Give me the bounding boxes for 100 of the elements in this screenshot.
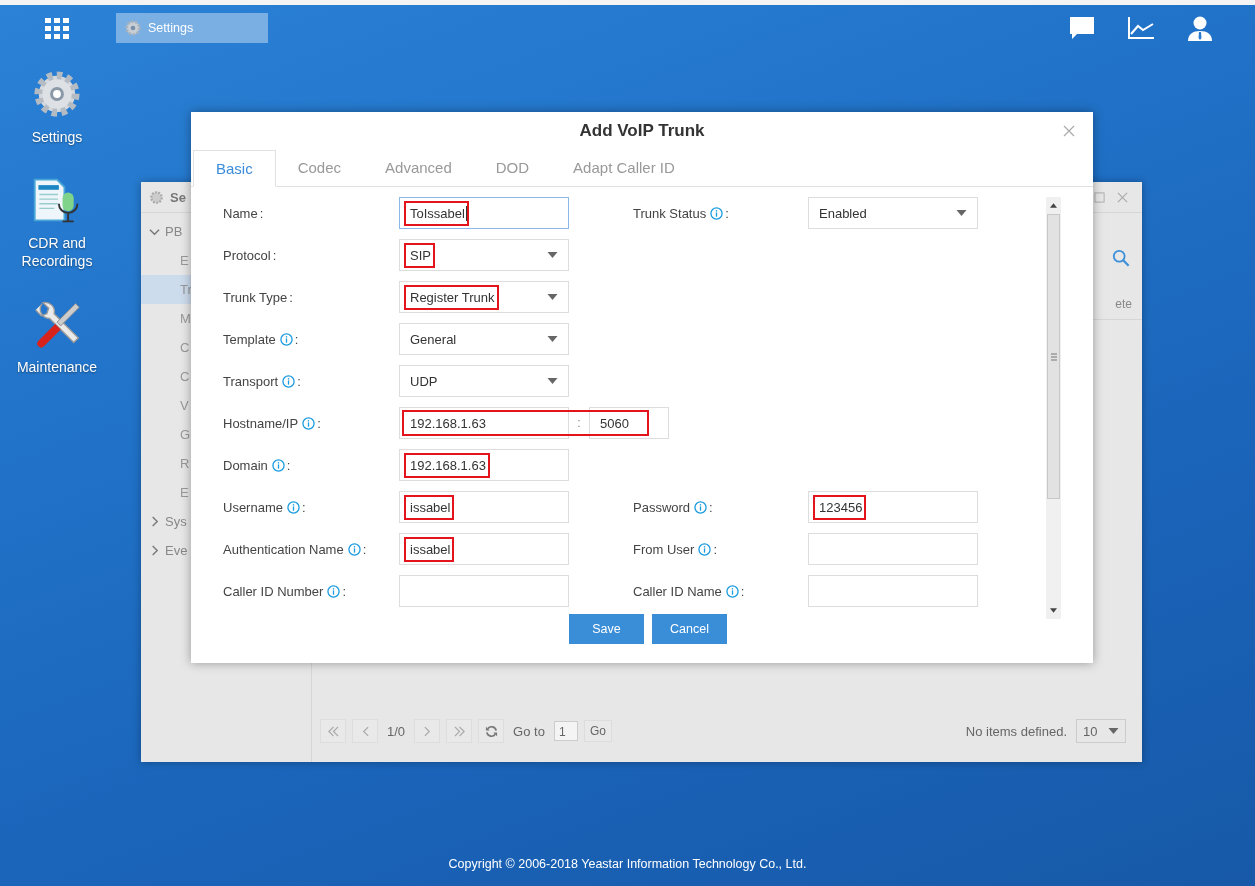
separator: : bbox=[576, 416, 582, 430]
chevron-icon[interactable] bbox=[149, 545, 160, 556]
scrollbar[interactable] bbox=[1046, 197, 1061, 619]
text-field[interactable]: ToIssabel bbox=[399, 197, 569, 229]
refresh-icon bbox=[484, 724, 498, 738]
text-field[interactable] bbox=[808, 575, 978, 607]
info-icon[interactable] bbox=[698, 542, 712, 556]
field-label: From User bbox=[633, 541, 695, 557]
info-icon[interactable] bbox=[302, 416, 316, 430]
caret-icon bbox=[547, 378, 558, 384]
field-label: Trunk Status bbox=[633, 205, 707, 221]
sidebar-group[interactable]: Eve bbox=[165, 543, 188, 558]
desktop-icon-label[interactable]: Settings bbox=[9, 128, 105, 146]
column-header: ete bbox=[1115, 297, 1132, 311]
dropdown[interactable]: UDP bbox=[399, 365, 569, 397]
field-label: Protocol bbox=[223, 247, 271, 263]
desktop-icon-label[interactable]: CDR and Recordings bbox=[9, 234, 105, 270]
field-label: Caller ID Number bbox=[223, 583, 324, 599]
tab[interactable]: Codec bbox=[275, 150, 364, 186]
field-label: Transport bbox=[223, 373, 279, 389]
field-label: Name bbox=[223, 205, 258, 221]
info-icon[interactable] bbox=[725, 584, 739, 598]
page-indicator: 1/0 bbox=[387, 723, 406, 739]
colon: : bbox=[317, 415, 321, 431]
info-icon[interactable] bbox=[327, 584, 341, 598]
sidebar-group[interactable]: PB bbox=[165, 224, 183, 239]
colon: : bbox=[301, 499, 306, 515]
caret-icon bbox=[547, 294, 558, 300]
info-icon[interactable] bbox=[347, 542, 361, 556]
double-chevron-left-icon bbox=[326, 725, 340, 737]
caret-icon bbox=[547, 336, 558, 342]
page-size-dropdown[interactable]: 10 bbox=[1076, 719, 1126, 743]
field-label: Hostname/IP bbox=[223, 415, 299, 431]
info-icon[interactable] bbox=[282, 374, 296, 388]
colon: : bbox=[342, 583, 347, 599]
caret-icon bbox=[547, 252, 558, 258]
status-text: No items defined. bbox=[965, 723, 1067, 739]
line-chart-icon[interactable] bbox=[1127, 16, 1155, 40]
dialog-button[interactable]: Save bbox=[569, 614, 644, 644]
scroll-up-icon[interactable] bbox=[1050, 203, 1057, 208]
colon: : bbox=[740, 583, 745, 599]
user-icon[interactable] bbox=[1187, 15, 1213, 41]
colon: : bbox=[259, 205, 264, 221]
field-label: Trunk Type bbox=[223, 289, 288, 305]
dropdown[interactable]: General bbox=[399, 323, 569, 355]
go-button[interactable]: Go bbox=[583, 720, 612, 742]
text-field[interactable] bbox=[399, 575, 569, 607]
gear-icon bbox=[149, 189, 164, 205]
last-page-button[interactable] bbox=[446, 719, 473, 743]
caret-icon bbox=[956, 210, 967, 216]
copyright-text: Copyright © 2006-2018 Yeastar Information Technology Co., Ltd. bbox=[447, 857, 808, 871]
go-to-label: Go to bbox=[513, 723, 545, 739]
apps-grid-icon[interactable] bbox=[45, 18, 69, 40]
close-icon[interactable] bbox=[1117, 191, 1128, 203]
refresh-button[interactable] bbox=[478, 719, 505, 743]
info-icon[interactable] bbox=[279, 332, 293, 346]
text-field[interactable]: 123456 bbox=[808, 491, 978, 523]
port-field[interactable]: 5060 bbox=[589, 407, 669, 439]
sidebar-group[interactable]: Sys bbox=[165, 514, 187, 529]
colon: : bbox=[297, 373, 301, 389]
colon: : bbox=[362, 541, 367, 557]
scroll-down-icon[interactable] bbox=[1050, 608, 1057, 613]
tab[interactable]: Advanced bbox=[363, 150, 474, 186]
chevron-icon[interactable] bbox=[149, 226, 160, 237]
text-field[interactable]: issabel bbox=[399, 533, 569, 565]
colon: : bbox=[272, 247, 277, 263]
taskbar-item[interactable]: Settings bbox=[116, 13, 268, 43]
desktop-icon-label[interactable]: Maintenance bbox=[9, 358, 105, 376]
tab[interactable]: Basic bbox=[193, 150, 276, 187]
tab[interactable]: DOD bbox=[473, 150, 552, 186]
colon: : bbox=[289, 289, 293, 305]
field-label: Username bbox=[223, 499, 283, 515]
hostname-field[interactable]: 192.168.1.63 bbox=[399, 407, 569, 439]
text-field[interactable]: 192.168.1.63 bbox=[399, 449, 569, 481]
field-label: Password bbox=[633, 499, 691, 515]
dropdown[interactable]: Enabled bbox=[808, 197, 978, 229]
info-icon[interactable] bbox=[271, 458, 285, 472]
field-label: Domain bbox=[223, 457, 268, 473]
tab[interactable]: Adapt Caller ID bbox=[551, 150, 697, 186]
maximize-icon[interactable] bbox=[1094, 191, 1105, 203]
scrollbar-thumb[interactable] bbox=[1047, 214, 1060, 499]
colon: : bbox=[725, 205, 729, 221]
field-label: Caller ID Name bbox=[633, 583, 722, 599]
dropdown[interactable]: SIP bbox=[399, 239, 569, 271]
field-label: Template bbox=[223, 331, 276, 347]
search-icon[interactable] bbox=[1112, 249, 1130, 267]
colon: : bbox=[713, 541, 717, 557]
page-number-field[interactable]: 1 bbox=[553, 721, 578, 741]
chevron-icon[interactable] bbox=[149, 516, 160, 527]
dropdown[interactable]: Register Trunk bbox=[399, 281, 569, 313]
chat-icon[interactable] bbox=[1069, 16, 1095, 40]
info-icon[interactable] bbox=[710, 206, 724, 220]
info-icon[interactable] bbox=[694, 500, 708, 514]
text-field[interactable]: issabel bbox=[399, 491, 569, 523]
close-icon[interactable] bbox=[1063, 125, 1075, 137]
dialog-button[interactable]: Cancel bbox=[652, 614, 727, 644]
dialog-title: Add VoIP Trunk bbox=[579, 121, 705, 141]
text-field[interactable] bbox=[808, 533, 978, 565]
first-page-button[interactable] bbox=[320, 719, 346, 743]
info-icon[interactable] bbox=[286, 500, 300, 514]
